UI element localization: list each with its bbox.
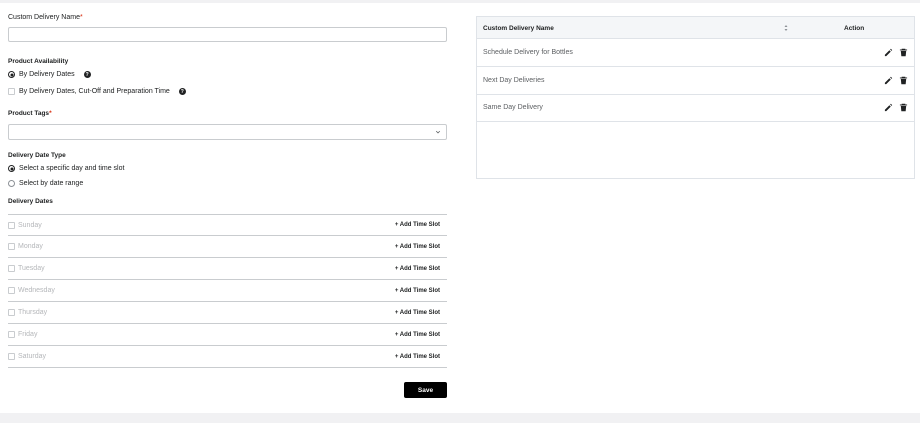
checkbox-cutoff[interactable] <box>8 88 15 95</box>
table-row: Same Day Delivery <box>477 94 914 122</box>
help-icon[interactable]: ? <box>83 71 91 78</box>
add-time-slot-button[interactable]: + Add Time Slot <box>395 266 440 272</box>
delete-icon[interactable] <box>899 48 908 57</box>
day-checkbox[interactable] <box>8 287 15 294</box>
name-label-text: Custom Delivery Name <box>8 14 80 21</box>
row-name: Schedule Delivery for Bottles <box>483 49 573 56</box>
day-row-friday: Friday + Add Time Slot <box>8 324 447 346</box>
delete-icon[interactable] <box>899 103 908 112</box>
add-time-slot-button[interactable]: + Add Time Slot <box>395 332 440 338</box>
day-label: Monday <box>18 243 43 250</box>
delete-icon[interactable] <box>899 76 908 85</box>
custom-delivery-name-input[interactable] <box>8 27 447 42</box>
availability-label: Product Availability <box>8 58 69 65</box>
day-checkbox[interactable] <box>8 243 15 250</box>
day-checkbox[interactable] <box>8 353 15 360</box>
row-name: Next Day Deliveries <box>483 77 545 84</box>
delivery-dates-label: Delivery Dates <box>8 198 53 205</box>
availability-option-cutoff[interactable]: By Delivery Dates, Cut-Off and Preparati… <box>8 88 186 95</box>
day-label: Friday <box>18 331 38 338</box>
availability-option-label: By Delivery Dates, Cut-Off and Preparati… <box>19 88 170 95</box>
day-checkbox[interactable] <box>8 309 15 316</box>
tags-field-label: Product Tags* <box>8 110 52 117</box>
help-icon[interactable]: ? <box>178 88 186 95</box>
date-type-option-label: Select a specific day and time slot <box>19 165 125 172</box>
date-type-option-range[interactable]: Select by date range <box>8 180 83 187</box>
day-checkbox[interactable] <box>8 331 15 338</box>
day-label: Tuesday <box>18 265 45 272</box>
sort-icon[interactable] <box>784 24 788 32</box>
availability-option-label: By Delivery Dates <box>19 71 75 78</box>
day-checkbox[interactable] <box>8 221 15 229</box>
day-row-saturday: Saturday + Add Time Slot <box>8 346 447 368</box>
day-row-tuesday: Tuesday + Add Time Slot <box>8 258 447 280</box>
edit-icon[interactable] <box>884 103 893 112</box>
table-row: Next Day Deliveries <box>477 67 914 95</box>
date-type-option-label: Select by date range <box>19 180 84 187</box>
day-label: Thursday <box>18 309 48 316</box>
add-time-slot-button[interactable]: + Add Time Slot <box>395 222 440 228</box>
date-type-option-specific[interactable]: Select a specific day and time slot <box>8 165 124 172</box>
day-row-monday: Monday + Add Time Slot <box>8 236 447 258</box>
tags-label-text: Product Tags <box>8 110 50 117</box>
name-field-label: Custom Delivery Name* <box>8 14 83 21</box>
add-time-slot-button[interactable]: + Add Time Slot <box>395 354 440 360</box>
form-panel: Custom Delivery Name* Product Availabili… <box>0 3 920 413</box>
table-header: Custom Delivery Name Action <box>477 17 914 39</box>
save-button[interactable]: Save <box>404 382 447 398</box>
chevron-down-icon <box>435 130 441 134</box>
day-row-sunday: Sunday + Add Time Slot <box>8 214 447 236</box>
day-label: Wednesday <box>18 287 55 294</box>
add-time-slot-button[interactable]: + Add Time Slot <box>395 244 440 250</box>
row-name: Same Day Delivery <box>483 104 543 111</box>
add-time-slot-button[interactable]: + Add Time Slot <box>395 310 440 316</box>
day-label: Saturday <box>18 353 47 360</box>
edit-icon[interactable] <box>884 48 893 57</box>
day-checkbox[interactable] <box>8 265 15 272</box>
radio-specific-day[interactable] <box>8 165 15 172</box>
day-row-thursday: Thursday + Add Time Slot <box>8 302 447 324</box>
required-mark: * <box>49 110 52 117</box>
radio-date-range[interactable] <box>8 180 15 187</box>
required-mark: * <box>79 14 83 21</box>
table-row: Schedule Delivery for Bottles <box>477 39 914 67</box>
date-type-label: Delivery Date Type <box>8 152 66 159</box>
add-time-slot-button[interactable]: + Add Time Slot <box>395 288 440 294</box>
column-header-name[interactable]: Custom Delivery Name <box>483 25 554 32</box>
delivery-table: Custom Delivery Name Action Schedule Del… <box>476 16 915 179</box>
day-row-wednesday: Wednesday + Add Time Slot <box>8 280 447 302</box>
edit-icon[interactable] <box>884 76 893 85</box>
product-tags-select[interactable] <box>8 124 447 140</box>
column-header-action: Action <box>844 25 865 32</box>
availability-option-dates[interactable]: By Delivery Dates ? <box>8 71 91 78</box>
day-label: Sunday <box>18 221 42 229</box>
radio-by-delivery-dates[interactable] <box>8 71 15 78</box>
